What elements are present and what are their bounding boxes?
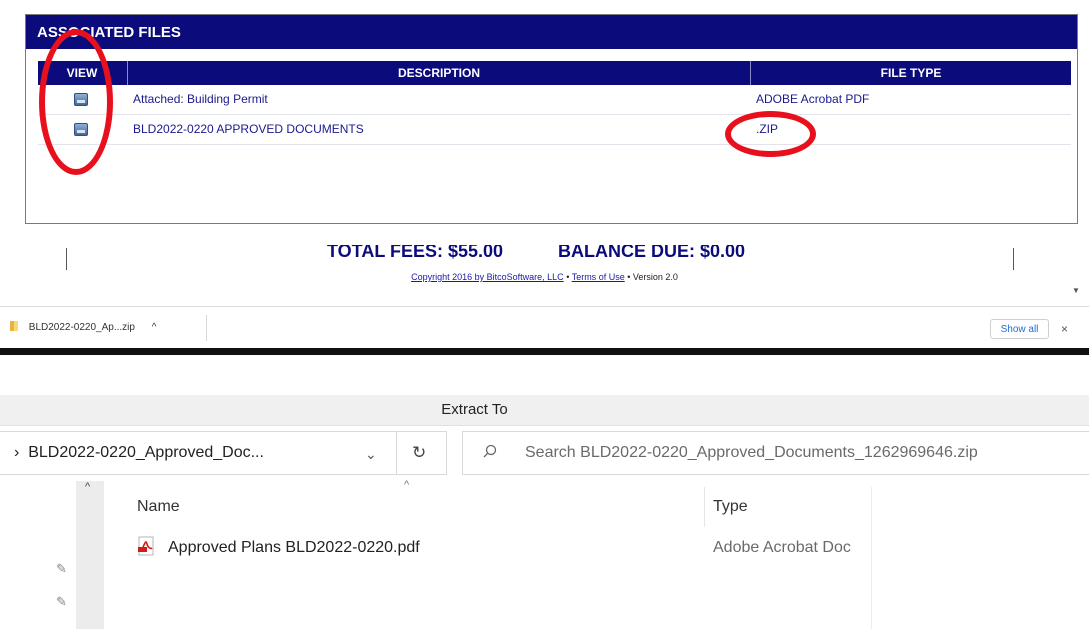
download-separator: [206, 315, 207, 341]
scroll-up-icon[interactable]: ^: [85, 481, 90, 493]
zip-file-icon: [10, 321, 18, 331]
total-fees: TOTAL FEES: $55.00: [327, 245, 504, 261]
annotation-ellipse-view-column: [39, 29, 113, 175]
table-row: BLD2022-0220 APPROVED DOCUMENTS .ZIP: [38, 115, 1071, 145]
annotation-ellipse-zip: [725, 111, 816, 157]
address-text: BLD2022-0220_Approved_Doc...: [28, 444, 264, 461]
address-divider: [396, 432, 397, 474]
download-file-label: BLD2022-0220_Ap...zip: [28, 322, 135, 333]
sort-indicator-icon: ^: [404, 479, 410, 491]
totals-row: TOTAL FEES: $55.00 BALANCE DUE: $0.00: [0, 245, 1089, 265]
column-divider[interactable]: [871, 487, 872, 629]
file-description-link[interactable]: BLD2022-0220 APPROVED DOCUMENTS: [133, 115, 364, 144]
column-header-name[interactable]: Name: [137, 491, 180, 523]
file-description-link[interactable]: Attached: Building Permit: [133, 85, 268, 114]
pin-icon[interactable]: ✎: [56, 594, 67, 610]
navigation-pane: ^ ✎ ✎: [56, 481, 104, 629]
breadcrumb-chevron-icon: ›: [14, 444, 20, 461]
taskbar-strip: [0, 348, 1089, 355]
show-all-button[interactable]: Show all: [990, 319, 1049, 339]
close-icon[interactable]: ×: [1061, 319, 1068, 339]
file-type-cell: ADOBE Acrobat PDF: [756, 92, 870, 106]
address-bar[interactable]: › BLD2022-0220_Approved_Doc... ⌄ ↻: [0, 431, 447, 475]
bullet-separator: •: [566, 272, 570, 282]
chevron-up-icon[interactable]: ^: [152, 322, 157, 333]
refresh-icon[interactable]: ↻: [412, 432, 426, 474]
col-header-description: DESCRIPTION: [397, 66, 480, 80]
extract-to-titlebar: Extract To: [0, 395, 1089, 426]
pin-icon[interactable]: ✎: [56, 561, 67, 577]
bullet-separator: •: [627, 272, 631, 282]
table-row: Attached: Building Permit ADOBE Acrobat …: [38, 85, 1071, 115]
terms-of-use-link[interactable]: Terms of Use: [572, 272, 625, 282]
pdf-file-icon: [138, 536, 154, 556]
balance-due: BALANCE DUE: $0.00: [558, 245, 746, 261]
associated-files-panel: ASSOCIATED FILES VIEW DESCRIPTION FILE T…: [25, 14, 1078, 224]
column-header-row: ^ Name Type: [104, 479, 1089, 629]
download-item[interactable]: BLD2022-0220_Ap...zip ^: [10, 317, 156, 339]
column-header-type[interactable]: Type: [713, 491, 748, 523]
window-title: Extract To: [441, 401, 508, 418]
search-icon: [483, 444, 497, 458]
associated-files-table: VIEW DESCRIPTION FILE TYPE Attached: Bui…: [38, 61, 1071, 145]
file-name: Approved Plans BLD2022-0220.pdf: [168, 539, 420, 556]
file-type: Adobe Acrobat Doc: [713, 539, 851, 556]
file-list-item[interactable]: Approved Plans BLD2022-0220.pdf Adobe Ac…: [104, 528, 871, 568]
col-header-file-type: FILE TYPE: [880, 66, 942, 80]
copyright-line: Copyright 2016 by BitcoSoftware, LLC • T…: [0, 272, 1089, 282]
address-row: › BLD2022-0220_Approved_Doc... ⌄ ↻ Searc…: [0, 426, 1089, 480]
chevron-down-icon[interactable]: ⌄: [365, 432, 377, 476]
version-text: Version 2.0: [632, 272, 678, 282]
scroll-down-arrow-icon[interactable]: ▼: [1072, 286, 1082, 295]
search-placeholder: Search BLD2022-0220_Approved_Documents_1…: [525, 444, 978, 461]
associated-files-title: ASSOCIATED FILES: [26, 15, 1077, 49]
copyright-link[interactable]: Copyright 2016 by BitcoSoftware, LLC: [411, 272, 564, 282]
table-header: VIEW DESCRIPTION FILE TYPE: [38, 61, 1071, 85]
column-divider[interactable]: [704, 487, 705, 527]
address-path: › BLD2022-0220_Approved_Doc...: [14, 432, 264, 474]
download-bar: BLD2022-0220_Ap...zip ^ Show all ×: [0, 306, 1089, 349]
search-input[interactable]: Search BLD2022-0220_Approved_Documents_1…: [462, 431, 1089, 475]
